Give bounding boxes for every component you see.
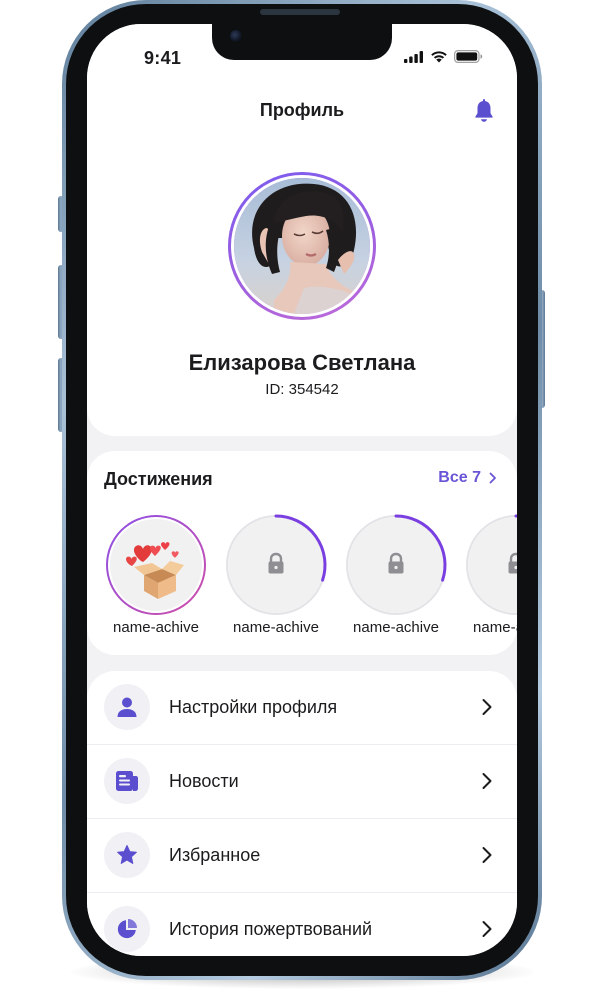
top-speaker-grille (260, 9, 340, 15)
chevron-right-icon (482, 699, 492, 715)
pie-chart-icon (117, 919, 137, 939)
menu-item-label: Избранное (169, 845, 261, 865)
star-icon (117, 845, 137, 864)
achievement-badge (106, 515, 206, 615)
achievements-card: Достижения Все 7 name-achive name-achive… (87, 451, 517, 655)
achievement-item[interactable]: name-achive (344, 513, 448, 643)
achievement-item[interactable]: name-achive (104, 513, 208, 643)
achievement-item[interactable]: name-achive (464, 513, 517, 643)
menu-item-label: Настройки профиля (169, 697, 338, 717)
page-title: Профиль (259, 100, 345, 120)
achievement-label: name-achive (353, 619, 439, 636)
avatar-ring (228, 172, 376, 320)
signal-icon (404, 50, 423, 63)
status-icons (404, 50, 483, 63)
profile-header-card: Профиль Елизарова Светлана ID: 354542 (87, 24, 517, 436)
profile-name: Елизарова Светлана (188, 350, 416, 375)
status-time: 9:41 (144, 48, 182, 68)
user-icon (117, 697, 137, 717)
menu-icon-container (104, 906, 150, 952)
menu-item-label: История пожертвований (169, 919, 373, 939)
achievements-title: Достижения (104, 469, 213, 489)
achievement-label: name-achive (233, 619, 319, 636)
chevron-right-icon (482, 773, 492, 789)
menu-item-favorites[interactable]: Избранное (87, 819, 517, 893)
menu-card: Настройки профиля Новости Избранное Исто… (87, 671, 517, 956)
battery-icon (454, 50, 483, 63)
achievement-badge (226, 514, 327, 615)
avatar-photo (234, 178, 370, 314)
chevron-right-icon (482, 847, 492, 863)
phone-screen: Профиль Елизарова Светлана ID: 354542 9:… (87, 24, 517, 956)
newspaper-icon (116, 771, 138, 791)
menu-icon-container (104, 832, 150, 878)
profile-id: ID: 354542 (265, 381, 339, 398)
menu-item-label: Новости (169, 771, 239, 791)
chevron-right-icon (482, 921, 492, 937)
achievement-badge (346, 514, 447, 615)
menu-icon-container (104, 684, 150, 730)
avatar[interactable] (231, 175, 373, 317)
wifi-icon (431, 51, 447, 63)
chevron-right-icon (489, 472, 496, 484)
front-camera (230, 30, 242, 42)
achievement-item[interactable]: name-achive (224, 513, 328, 643)
menu-icon-container (104, 758, 150, 804)
notch (212, 24, 392, 60)
menu-item-profile-settings[interactable]: Настройки профиля (87, 671, 517, 745)
achievements-all-link[interactable]: Все 7 (438, 469, 497, 487)
achievement-badge (466, 514, 517, 615)
menu-item-news[interactable]: Новости (87, 745, 517, 819)
achievements-all-label: Все 7 (438, 469, 481, 486)
achievement-label: name-achive (473, 619, 517, 636)
bell-icon[interactable] (473, 99, 495, 123)
achievement-label: name-achive (113, 619, 199, 636)
menu-item-donation-history[interactable]: История пожертвований (87, 893, 517, 956)
